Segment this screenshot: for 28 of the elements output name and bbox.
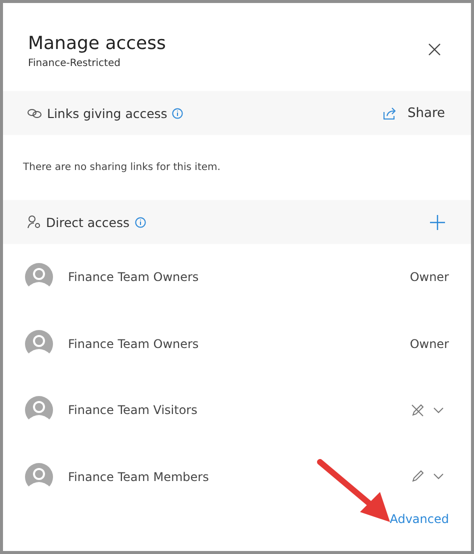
- share-icon: [383, 106, 398, 120]
- person-name: Finance Team Members: [68, 470, 209, 484]
- avatar-icon: [23, 396, 55, 424]
- avatar-icon: [23, 330, 55, 358]
- pencil-icon: [411, 470, 424, 484]
- section-label: Direct access: [46, 214, 130, 230]
- link-icon: [27, 108, 42, 118]
- role-label: Owner: [410, 270, 449, 284]
- empty-message: There are no sharing links for this item.: [22, 161, 222, 175]
- section-label: Links giving access: [47, 106, 168, 120]
- chevron-down-icon: [433, 473, 444, 480]
- advanced-link[interactable]: Advanced: [390, 512, 449, 526]
- close-icon: [428, 43, 441, 56]
- share-button[interactable]: Share: [383, 106, 445, 120]
- no-edit-icon: [411, 404, 424, 417]
- avatar-icon: [23, 462, 55, 491]
- chevron-down-icon: [433, 406, 444, 414]
- add-icon[interactable]: [430, 214, 445, 230]
- info-icon[interactable]: [134, 216, 146, 228]
- panel-title: Manage access: [28, 33, 166, 54]
- person-name: Finance Team Visitors: [68, 403, 198, 418]
- panel-subtitle: Finance-Restricted: [28, 58, 122, 69]
- info-icon[interactable]: [172, 108, 184, 118]
- role-label: Owner: [410, 336, 449, 351]
- avatar-icon: [23, 263, 55, 292]
- person-name: Finance Team Owners: [68, 270, 199, 284]
- person-icon: [27, 215, 41, 229]
- person-name: Finance Team Owners: [68, 336, 199, 351]
